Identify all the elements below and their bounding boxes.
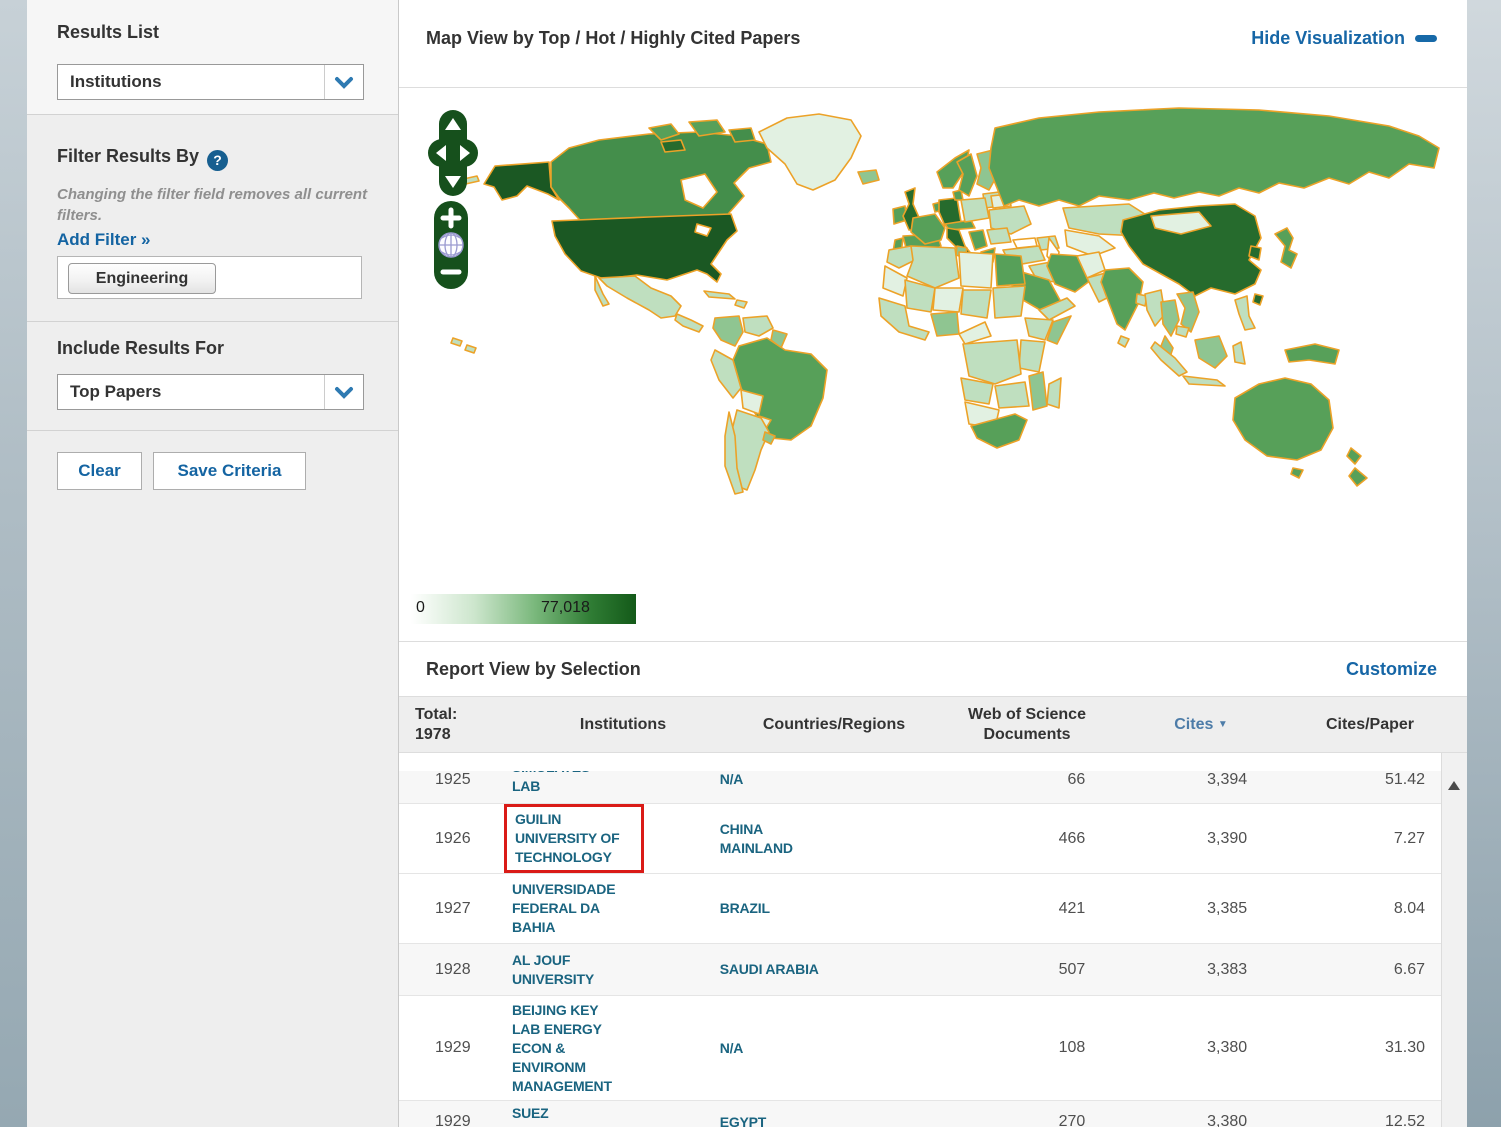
country-link[interactable]: EGYPT <box>720 1113 820 1127</box>
filter-chip-engineering[interactable]: Engineering <box>68 263 216 294</box>
choropleth-legend: 0 77,018 <box>411 594 636 624</box>
column-header-cites[interactable]: Cites ▼ <box>1120 715 1282 735</box>
column-header-total: Total: 1978 <box>399 705 512 745</box>
institution-link[interactable]: UNIVERSIDADE FEDERAL DA BAHIA <box>512 880 620 937</box>
filter-results-heading: Filter Results By? <box>57 146 228 171</box>
column-header-documents[interactable]: Web of Science Documents <box>934 705 1120 745</box>
institution-link[interactable]: SUEZ <box>512 1104 620 1123</box>
scroll-up-icon[interactable] <box>1448 781 1460 790</box>
institution-link[interactable]: SIMULATES LAB <box>512 771 620 796</box>
report-bar: Report View by Selection Customize <box>399 641 1467 696</box>
table-row[interactable]: 1928 AL JOUF UNIVERSITY SAUDI ARABIA 507… <box>399 943 1441 995</box>
country-link[interactable]: N/A <box>720 771 744 789</box>
country-link[interactable]: BRAZIL <box>720 899 820 918</box>
include-results-heading: Include Results For <box>57 338 224 359</box>
help-icon[interactable]: ? <box>207 150 228 171</box>
report-view-title: Report View by Selection <box>426 659 641 680</box>
institution-link[interactable]: GUILIN UNIVERSITY OF TECHNOLOGY <box>515 810 633 867</box>
minus-icon[interactable] <box>1415 35 1437 42</box>
legend-min-label: 0 <box>416 599 425 617</box>
customize-link[interactable]: Customize <box>1346 659 1437 680</box>
esi-results-page: Results List Institutions Filter Results… <box>0 0 1501 1127</box>
report-table-header: Total: 1978 Institutions Countries/Regio… <box>399 696 1467 753</box>
filter-note: Changing the filter field removes all cu… <box>57 184 369 226</box>
add-filter-link[interactable]: Add Filter » <box>57 230 151 250</box>
institution-link[interactable]: BEIJING KEY LAB ENERGY ECON & ENVIRONM M… <box>512 1001 620 1096</box>
results-list-select[interactable]: Institutions <box>57 64 364 100</box>
main-panel: Map View by Top / Hot / Highly Cited Pap… <box>398 0 1467 1127</box>
include-results-selected-value: Top Papers <box>70 382 161 402</box>
right-edge-strip[interactable] <box>1467 0 1501 1127</box>
column-header-countries[interactable]: Countries/Regions <box>734 715 934 735</box>
map-view-title: Map View by Top / Hot / Highly Cited Pap… <box>426 28 800 49</box>
chevron-down-icon[interactable] <box>324 375 363 409</box>
column-header-cites-paper[interactable]: Cites/Paper <box>1282 715 1458 735</box>
sidebar-divider <box>27 430 398 431</box>
country-link[interactable]: CHINA MAINLAND <box>720 820 820 858</box>
country-link[interactable]: N/A <box>720 1039 820 1058</box>
map-header: Map View by Top / Hot / Highly Cited Pap… <box>399 0 1467 88</box>
results-list-selected-value: Institutions <box>70 72 162 92</box>
left-edge-strip <box>0 0 27 1127</box>
filter-sidebar: Results List Institutions Filter Results… <box>27 0 398 1127</box>
world-choropleth-map[interactable] <box>399 88 1468 641</box>
results-list-heading: Results List <box>57 22 159 43</box>
save-criteria-button[interactable]: Save Criteria <box>153 452 306 490</box>
table-row[interactable]: 1927 UNIVERSIDADE FEDERAL DA BAHIA BRAZI… <box>399 873 1441 943</box>
column-header-institutions[interactable]: Institutions <box>512 715 734 735</box>
map-zoom-control[interactable] <box>434 201 468 289</box>
legend-max-label: 77,018 <box>541 599 590 617</box>
table-row[interactable]: 1929 BEIJING KEY LAB ENERGY ECON & ENVIR… <box>399 995 1441 1100</box>
institution-link[interactable]: AL JOUF UNIVERSITY <box>512 951 620 989</box>
active-filters-box: Engineering <box>57 256 362 299</box>
map-area: 0 77,018 <box>399 88 1468 641</box>
sidebar-divider <box>27 114 398 115</box>
map-pan-control[interactable] <box>427 110 479 196</box>
chevron-down-icon[interactable] <box>324 65 363 99</box>
clear-button[interactable]: Clear <box>57 452 142 490</box>
sidebar-divider <box>27 321 398 322</box>
table-row[interactable]: 1926 GUILIN UNIVERSITY OF TECHNOLOGY CHI… <box>399 803 1441 873</box>
country-link[interactable]: SAUDI ARABIA <box>720 960 820 979</box>
hide-visualization-link[interactable]: Hide Visualization <box>1251 28 1437 49</box>
include-results-select[interactable]: Top Papers <box>57 374 364 410</box>
sort-desc-icon: ▼ <box>1218 719 1228 730</box>
table-scroll-viewport[interactable]: 1925 SIMULATES LAB N/A 66 3,394 51.42 19… <box>399 771 1441 1127</box>
table-row[interactable]: 1925 SIMULATES LAB N/A 66 3,394 51.42 <box>399 771 1441 803</box>
highlight-box-red: GUILIN UNIVERSITY OF TECHNOLOGY <box>504 804 644 873</box>
table-scrollbar[interactable] <box>1441 753 1467 1127</box>
table-row[interactable]: 1929 SUEZ EGYPT 270 3,380 12.52 <box>399 1100 1441 1127</box>
report-table-body: 1925 SIMULATES LAB N/A 66 3,394 51.42 19… <box>399 753 1467 1127</box>
